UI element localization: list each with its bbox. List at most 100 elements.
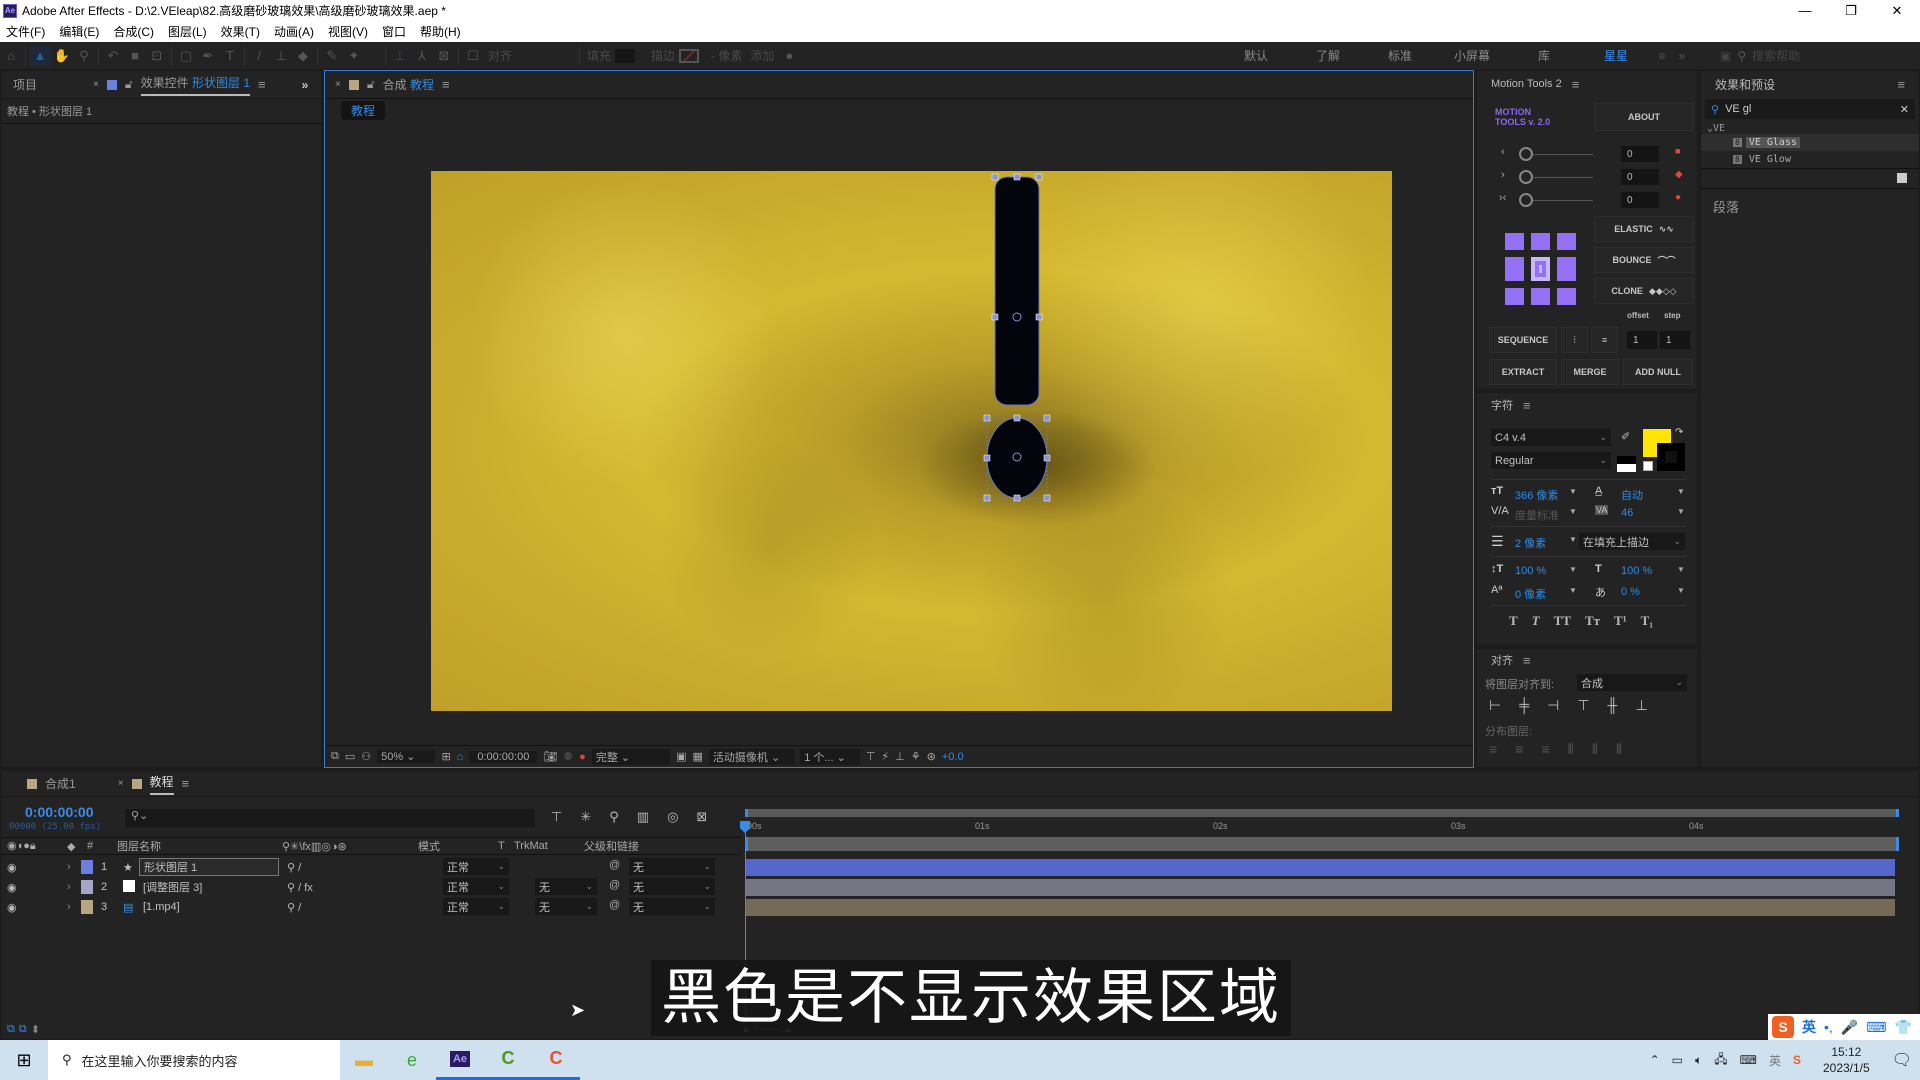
- panel-menu-icon[interactable]: ≡: [182, 776, 190, 791]
- pan-behind-icon[interactable]: ⊡: [146, 46, 168, 66]
- fast-draft-icon[interactable]: ⚡: [881, 750, 889, 763]
- transfer-controls-toggle-icon[interactable]: ⧉: [19, 1023, 27, 1036]
- frame-blending-icon[interactable]: ▥: [637, 809, 649, 825]
- horizontal-scale-value[interactable]: 100 %: [1621, 565, 1652, 577]
- eraser-icon[interactable]: ◆: [292, 46, 314, 66]
- column-layer-name[interactable]: 图层名称: [117, 838, 282, 854]
- tab-effect-controls[interactable]: 效果控件 形状图层 1: [140, 74, 251, 96]
- lock-icon[interactable]: 🔓︎: [125, 77, 133, 92]
- distribute-vcenter-icon[interactable]: ≡: [1515, 741, 1523, 758]
- offset-input[interactable]: 1: [1627, 331, 1657, 349]
- ease-out-slider[interactable]: [1519, 170, 1533, 184]
- ime-punct-button[interactable]: •,: [1824, 1019, 1833, 1035]
- panel-menu-icon[interactable]: ≡: [1572, 77, 1580, 92]
- timeline-tab-tutorial[interactable]: 教程: [149, 773, 174, 795]
- distribute-top-icon[interactable]: ≡: [1489, 741, 1497, 758]
- preset-item[interactable]: 8 VE Glow: [1701, 151, 1919, 168]
- layer-label-color[interactable]: [81, 880, 93, 894]
- extract-button[interactable]: EXTRACT: [1489, 359, 1557, 385]
- tray-overflow-icon[interactable]: ⌃: [1650, 1053, 1660, 1067]
- close-tab-icon[interactable]: ×: [118, 778, 124, 789]
- touch-keyboard-icon[interactable]: ⌨: [1740, 1053, 1757, 1067]
- panel-overflow-icon[interactable]: »: [302, 78, 309, 92]
- sync-icon[interactable]: ▣: [1720, 49, 1731, 63]
- expand-layer-chevron[interactable]: ›: [67, 861, 81, 873]
- eyedropper-icon[interactable]: ✐: [1621, 430, 1630, 443]
- ime-skin-button[interactable]: 👕: [1894, 1019, 1911, 1036]
- ime-indicator[interactable]: 英: [1769, 1052, 1781, 1069]
- view-axis-icon[interactable]: ⊠: [433, 46, 455, 66]
- layer-trkmat-dropdown[interactable]: 无 ⌄: [535, 898, 597, 915]
- layer-mode-dropdown[interactable]: 正常 ⌄: [443, 878, 509, 895]
- draft-3d-icon[interactable]: ✳: [580, 809, 591, 825]
- search-icon[interactable]: ⚲: [1711, 103, 1719, 116]
- effects-search-field[interactable]: ⚲ VE gl ✕: [1705, 99, 1915, 119]
- battery-icon[interactable]: ▭: [1672, 1053, 1683, 1067]
- workspace-overflow-icon[interactable]: »: [1672, 49, 1692, 63]
- brush-icon[interactable]: /: [248, 46, 270, 66]
- add-null-button[interactable]: ADD NULL: [1623, 359, 1693, 385]
- ime-lang-button[interactable]: 英: [1802, 1017, 1816, 1037]
- font-size-arrow[interactable]: ▼: [1569, 487, 1577, 496]
- exposure-value[interactable]: +0.0: [942, 751, 964, 763]
- parent-pickwhip-icon[interactable]: @: [609, 899, 620, 911]
- menu-composition[interactable]: 合成(C): [113, 23, 154, 40]
- anchor-top-left[interactable]: [1505, 233, 1524, 250]
- layer-name[interactable]: [1.mp4]: [139, 901, 279, 913]
- merge-button[interactable]: MERGE: [1561, 359, 1619, 385]
- ime-voice-button[interactable]: 🎤: [1841, 1019, 1858, 1036]
- sequence-reverse-button[interactable]: ≡: [1591, 327, 1618, 353]
- anchor-bottom-left[interactable]: [1505, 288, 1524, 305]
- font-size-value[interactable]: 366 像素: [1515, 487, 1558, 503]
- distribute-right-icon[interactable]: ⦀: [1616, 741, 1622, 758]
- layer-switches[interactable]: ⚲ /: [279, 901, 415, 914]
- keyframe-square-icon[interactable]: ■: [1675, 146, 1680, 156]
- browser-icon[interactable]: e: [388, 1040, 436, 1080]
- menu-file[interactable]: 文件(F): [6, 23, 45, 40]
- graph-editor-icon[interactable]: ⊠: [696, 809, 707, 825]
- selection-icon[interactable]: ▲: [29, 45, 51, 66]
- menu-view[interactable]: 视图(V): [328, 23, 368, 40]
- help-search-input[interactable]: 搜索帮助: [1752, 47, 1800, 64]
- reset-exposure-icon[interactable]: ⊛: [927, 750, 936, 763]
- baseline-shift-arrow[interactable]: ▼: [1569, 586, 1577, 595]
- anchor-left[interactable]: [1505, 256, 1524, 282]
- layer-switches[interactable]: ⚲ / fx: [279, 881, 415, 894]
- faux-bold-button[interactable]: T: [1509, 613, 1518, 629]
- fast-preview-icon[interactable]: ▣: [676, 750, 686, 763]
- in-out-toggle-icon[interactable]: ⬍: [31, 1023, 40, 1036]
- visibility-eye-icon[interactable]: ◉: [7, 881, 67, 894]
- align-left-icon[interactable]: ⊢: [1489, 697, 1501, 714]
- align-vcenter-icon[interactable]: ╫: [1608, 697, 1618, 714]
- stroke-swatch[interactable]: [679, 48, 700, 63]
- stroke-mode-dropdown[interactable]: 在填充上描边 ⌄: [1579, 533, 1685, 550]
- sequence-button[interactable]: SEQUENCE: [1489, 327, 1557, 353]
- lock-icon[interactable]: 🔓︎: [367, 77, 375, 92]
- layer-parent-dropdown[interactable]: 无 ⌄: [629, 878, 715, 895]
- start-button[interactable]: ⊞: [0, 1040, 48, 1080]
- stroke-width[interactable]: - 像素: [711, 47, 742, 64]
- monitor-icon[interactable]: ▭: [345, 750, 355, 763]
- effects-search-input[interactable]: VE gl: [1725, 103, 1751, 115]
- comp-flowchart-icon[interactable]: ⊤: [551, 809, 562, 825]
- bounce-button[interactable]: BOUNCE ⌒⌒: [1594, 247, 1694, 273]
- ease-both-slider[interactable]: [1519, 193, 1533, 207]
- layer-duration-bar[interactable]: [745, 859, 1895, 876]
- visibility-eye-icon[interactable]: ◉: [7, 901, 67, 914]
- layer-trkmat-dropdown[interactable]: 无 ⌄: [535, 878, 597, 895]
- leading-value[interactable]: 自动: [1621, 487, 1643, 503]
- layer-name[interactable]: 形状图层 1: [139, 858, 279, 876]
- add-icon[interactable]: ●: [778, 46, 800, 66]
- minimize-button[interactable]: —: [1782, 3, 1828, 19]
- menu-help[interactable]: 帮助(H): [420, 23, 461, 40]
- comp-flowchart-icon[interactable]: ⚘: [911, 750, 921, 763]
- composition-canvas[interactable]: [431, 171, 1392, 711]
- baseline-shift-value[interactable]: 0 像素: [1515, 586, 1546, 602]
- align-top-icon[interactable]: ⊤: [1577, 697, 1589, 714]
- swap-colors-icon[interactable]: ↷: [1675, 427, 1683, 438]
- parent-pickwhip-icon[interactable]: @: [609, 879, 620, 891]
- stroke-width-value[interactable]: 2 像素: [1515, 535, 1546, 551]
- channel-icon[interactable]: ●: [579, 751, 586, 763]
- anchor-top-right[interactable]: [1557, 233, 1576, 250]
- align-bottom-icon[interactable]: ⊥: [1635, 697, 1647, 714]
